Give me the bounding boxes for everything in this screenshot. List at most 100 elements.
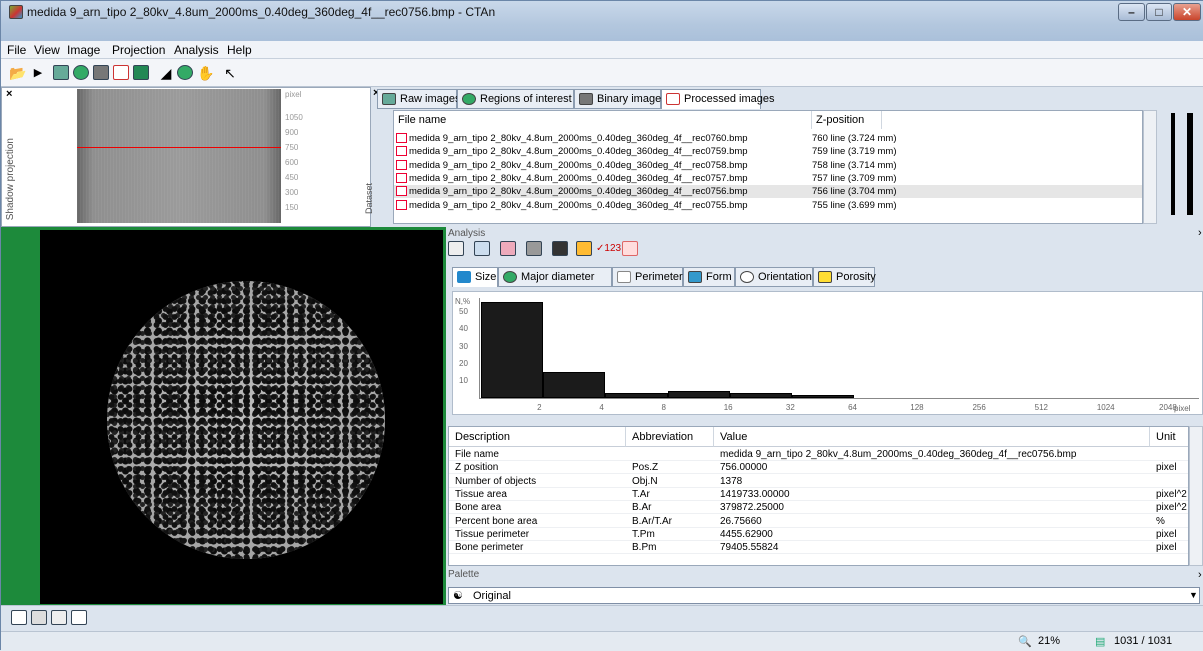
cell-description: Bone perimeter [455,542,524,554]
view-mode-3-icon[interactable] [51,610,67,625]
roi-tool-icon[interactable] [73,65,89,80]
results-row[interactable]: Tissue perimeter T.Pm 4455.62900 pixel [449,528,1188,541]
column-header-description[interactable]: Description [449,427,626,447]
file-row[interactable]: medida 9_arn_tipo 2_80kv_4.8um_2000ms_0.… [394,145,1142,158]
tab-regions-of-interest[interactable]: Regions of interest [457,89,574,109]
palette-select[interactable]: ☯ Original ▼ [448,587,1200,604]
hand-icon[interactable]: ✋ [197,64,215,82]
menu-projection[interactable]: Projection [112,43,165,57]
menu-file[interactable]: File [7,43,26,57]
menu-view[interactable]: View [34,43,60,57]
palette-value: Original [473,590,511,602]
binary-tool-icon[interactable] [93,65,109,80]
title-bar: medida 9_arn_tipo 2_80kv_4.8um_2000ms_0.… [1,1,1203,41]
menu-image[interactable]: Image [67,43,100,57]
cell-description: Bone area [455,502,502,514]
histogram-bar[interactable] [667,391,730,398]
column-header-z-position[interactable]: Z-position [812,111,882,129]
cell-unit: pixel^2 [1156,488,1187,500]
count-tool-icon[interactable]: ✓123 [596,243,621,254]
slice-slider-track[interactable] [1171,113,1175,215]
histogram-bar[interactable] [729,392,792,398]
tab-porosity[interactable]: Porosity [813,267,876,287]
raw-images-tool-icon[interactable] [53,65,69,80]
cell-value: 1378 [720,475,743,487]
form-icon [688,271,702,283]
slice-position-line[interactable] [77,147,281,148]
tab-processed-images[interactable]: Processed images [661,89,775,109]
cell-abbreviation: Obj.N [632,475,658,487]
file-row[interactable]: medida 9_arn_tipo 2_80kv_4.8um_2000ms_0.… [394,159,1142,172]
shadow-projection-image[interactable] [77,89,281,223]
column-header-unit[interactable]: Unit [1150,427,1188,447]
histogram-x-axis [479,398,1199,399]
processed-image-icon [396,199,407,210]
shadow-scale-tick: 450 [285,173,299,182]
results-row[interactable]: Percent bone area B.Ar/T.Ar 26.75660% [449,515,1188,528]
results-row[interactable]: Bone area B.Ar 379872.25000 pixel^2 [449,501,1188,515]
results-row[interactable]: Z position Pos.Z 756.00000 pixel [449,461,1188,475]
histogram-tool-icon[interactable] [552,241,568,256]
results-row[interactable]: Number of objects Obj.N 1378 [449,475,1188,488]
histogram-bar[interactable] [605,392,668,398]
view-mode-1-icon[interactable] [11,610,27,625]
view-mode-4-icon[interactable] [71,610,87,625]
analysis-tool-1-icon[interactable] [448,241,464,256]
histogram-bar[interactable] [791,394,855,398]
tab-major-diameter[interactable]: Major diameter [498,267,612,287]
size-distribution-icon[interactable] [622,241,638,256]
histogram-bar[interactable] [543,372,606,398]
tab-form[interactable]: Form [683,267,735,287]
column-header-abbreviation[interactable]: Abbreviation [626,427,714,447]
3d-view-icon[interactable] [177,65,193,80]
column-header-file-name[interactable]: File name [394,111,812,129]
tab-raw-images[interactable]: Raw images [377,89,461,109]
tab-size[interactable]: Size [452,267,498,287]
results-table-scrollbar[interactable] [1189,426,1203,566]
open-folder-icon[interactable]: 📂 [9,64,27,82]
model-tool-icon[interactable] [133,65,149,80]
tab-binary-images[interactable]: Binary images [574,89,667,109]
close-button[interactable]: ✕ [1173,3,1201,21]
file-row[interactable]: medida 9_arn_tipo 2_80kv_4.8um_2000ms_0.… [394,132,1142,145]
results-row[interactable]: Tissue area T.Ar 1419733.00000 pixel^2 [449,488,1188,501]
results-row[interactable]: File name medida 9_arn_tipo 2_80kv_4.8um_… [449,448,1188,461]
file-row[interactable]: medida 9_arn_tipo 2_80kv_4.8um_2000ms_0.… [394,185,1142,199]
histogram-y-tick: 20 [459,358,468,368]
shadow-scale-tick: 150 [285,203,299,212]
palette-collapse-icon[interactable]: › [1198,569,1202,581]
histogram-x-tick: 2 [537,403,542,412]
slice-slider-bar[interactable] [1187,113,1193,215]
analysis-tool-2-icon[interactable] [474,241,490,256]
minimize-button[interactable]: – [1118,3,1145,21]
view-mode-2-icon[interactable] [31,610,47,625]
menu-analysis[interactable]: Analysis [174,43,219,57]
analysis-tool-3-icon[interactable] [500,241,516,256]
tab-perimeter[interactable]: Perimeter [612,267,683,287]
histogram-x-tick: 4 [599,403,604,412]
chevron-down-icon[interactable]: ▼ [1189,590,1198,600]
column-header-value[interactable]: Value [714,427,1150,447]
analysis-collapse-icon[interactable]: › [1198,227,1202,239]
slice-icon: ▤ [1095,636,1106,648]
file-row[interactable]: medida 9_arn_tipo 2_80kv_4.8um_2000ms_0.… [394,172,1142,185]
tab-orientation[interactable]: Orientation [735,267,813,287]
results-row[interactable]: Bone perimeter B.Pm 79405.55824 pixel [449,541,1188,555]
processed-tool-icon[interactable] [113,65,129,80]
cross-section-image[interactable] [107,281,385,559]
size-icon [457,271,471,283]
play-icon[interactable]: ▶ [29,64,47,82]
shadow-projection-label: Shadow projection [5,138,16,221]
maximize-button[interactable]: □ [1146,3,1172,21]
processed-image-icon [396,159,407,170]
distribution-tool-icon[interactable] [576,241,592,256]
file-row[interactable]: medida 9_arn_tipo 2_80kv_4.8um_2000ms_0.… [394,199,1142,212]
file-list-scrollbar[interactable] [1143,110,1157,224]
menu-help[interactable]: Help [227,43,252,57]
histogram-bar[interactable] [481,302,544,398]
measure-icon[interactable]: ◢ [157,64,175,82]
cell-abbreviation: T.Pm [632,528,655,540]
shadow-panel-close-icon[interactable]: × [6,88,12,100]
help-cursor-icon[interactable]: ↖ [221,64,239,82]
save-results-icon[interactable] [526,241,542,256]
